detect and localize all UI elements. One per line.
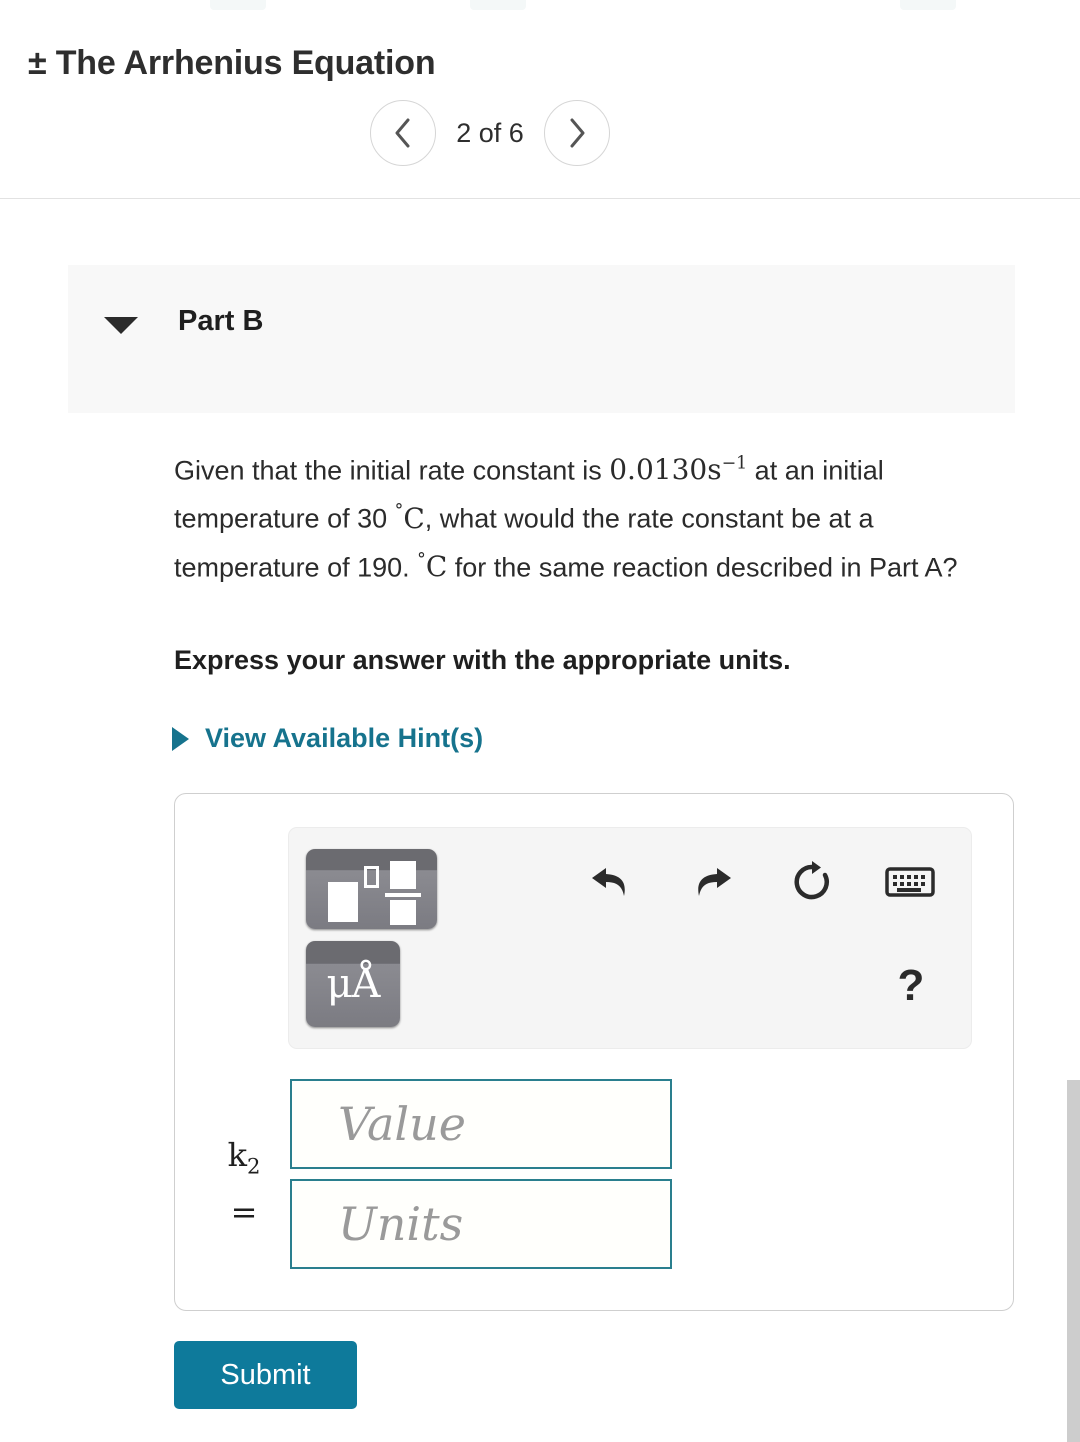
header-divider xyxy=(0,198,1080,199)
question-line2-post: for the same reaction described in Part … xyxy=(447,551,958,582)
view-hints-link[interactable]: View Available Hint(s) xyxy=(172,723,483,754)
view-hints-label: View Available Hint(s) xyxy=(205,723,484,753)
page-scrollbar[interactable] xyxy=(1067,0,1080,1442)
keyboard-icon xyxy=(885,864,935,905)
undo-arrow-icon xyxy=(589,862,633,907)
micro-angstrom-icon: μÅ xyxy=(326,961,381,1007)
answer-instruction: Express your answer with the appropriate… xyxy=(174,645,791,675)
nav-ghost-item xyxy=(470,0,526,10)
rate-constant-math: 0.0130s−1 xyxy=(609,453,747,486)
submit-button[interactable]: Submit xyxy=(174,1341,357,1409)
celsius-unit-1: °C xyxy=(394,501,425,535)
help-button[interactable]: ? xyxy=(887,958,935,1014)
rate-constant-exponent: −1 xyxy=(721,454,748,474)
caret-down-icon[interactable] xyxy=(104,317,138,334)
variable-k: k xyxy=(227,1136,247,1174)
clipped-nav-strip xyxy=(0,0,1080,14)
page-title: ± The Arrhenius Equation xyxy=(28,44,436,82)
answer-entry-box: μÅ ? k2 = Value Units xyxy=(174,793,1014,1311)
units-placeholder: Units xyxy=(338,1197,464,1251)
rate-constant-value: 0.0130s xyxy=(609,453,722,487)
caret-right-icon xyxy=(172,726,189,751)
nav-ghost-item xyxy=(900,0,956,10)
value-placeholder: Value xyxy=(338,1097,466,1151)
undo-button[interactable] xyxy=(582,855,640,913)
reset-circular-arrow-icon xyxy=(790,860,834,909)
math-toolbar: μÅ ? xyxy=(288,827,972,1049)
celsius-letter: C xyxy=(425,549,448,583)
scrollbar-thumb[interactable] xyxy=(1067,1080,1080,1442)
celsius-unit-2: °C xyxy=(417,550,447,583)
redo-arrow-icon xyxy=(690,862,734,907)
variable-subscript: 2 xyxy=(246,1153,261,1179)
redo-button[interactable] xyxy=(683,855,741,913)
math-template-palette-button[interactable] xyxy=(306,849,437,929)
equals-sign: = xyxy=(230,1193,258,1232)
answer-variable-label: k2 = xyxy=(209,1132,279,1235)
units-palette-button[interactable]: μÅ xyxy=(306,941,400,1027)
chevron-right-icon xyxy=(566,116,588,150)
degree-symbol: ° xyxy=(417,549,426,570)
units-input[interactable]: Units xyxy=(290,1179,672,1269)
reset-button[interactable] xyxy=(783,855,841,913)
question-line1-pre: Given that the initial rate constant is xyxy=(174,455,610,486)
part-b-header: Part B xyxy=(68,265,1015,413)
pager-count-label: 2 of 6 xyxy=(456,117,524,148)
value-input[interactable]: Value xyxy=(290,1079,672,1169)
keyboard-button[interactable] xyxy=(881,855,939,913)
next-question-button[interactable] xyxy=(544,100,610,166)
celsius-letter: C xyxy=(403,501,425,535)
previous-question-button[interactable] xyxy=(370,100,436,166)
part-label: Part B xyxy=(178,305,264,337)
question-pager: 2 of 6 xyxy=(370,100,610,166)
chevron-left-icon xyxy=(392,116,414,150)
question-text: Given that the initial rate constant is … xyxy=(174,443,1004,588)
degree-symbol: ° xyxy=(394,501,404,522)
assignment-header: ± The Arrhenius Equation 2 of 6 xyxy=(0,14,1080,199)
nav-ghost-item xyxy=(210,0,266,10)
